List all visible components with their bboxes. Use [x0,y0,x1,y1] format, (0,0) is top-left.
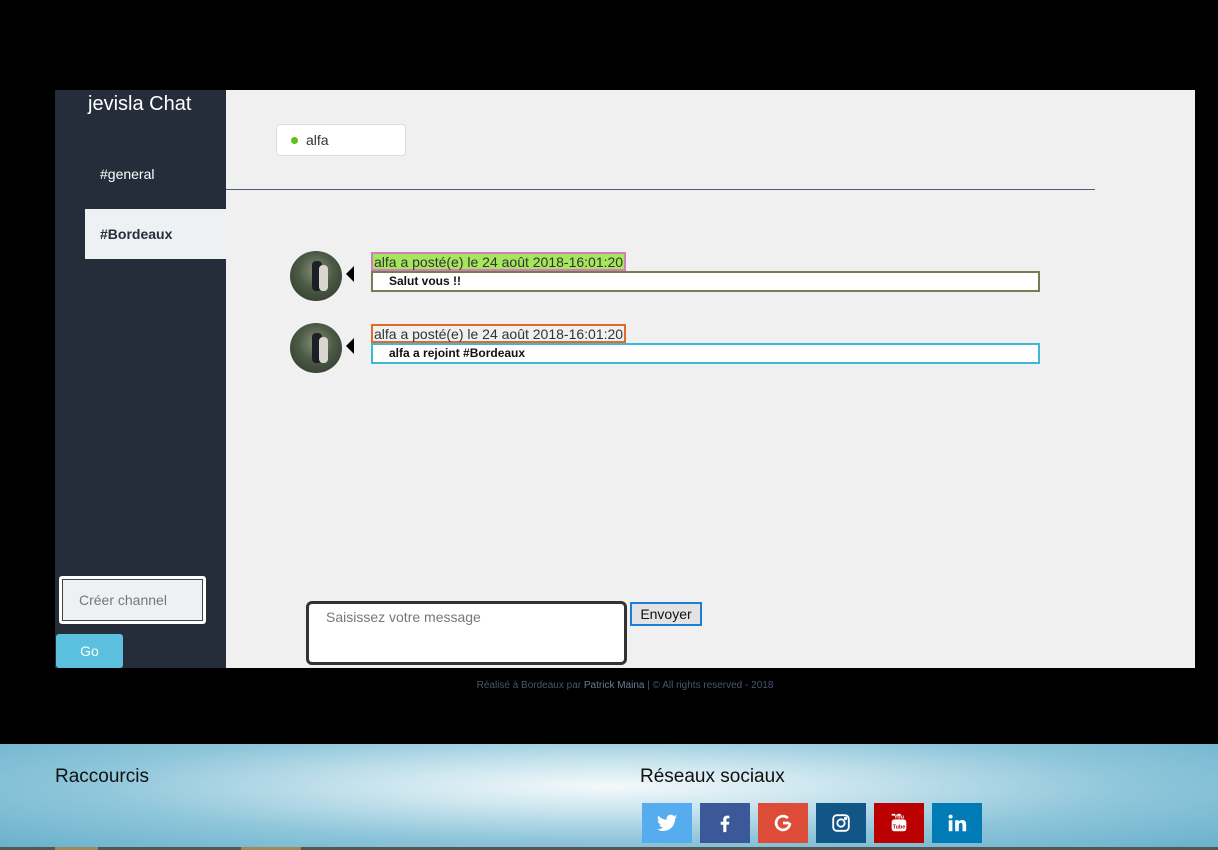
app-title: jevisla Chat [88,93,192,115]
message: alfa a posté(e) le 24 août 2018-16:01:20… [290,323,1040,375]
chat-panel: alfa alfa a posté(e) le 24 août 2018-16:… [226,90,1195,668]
avatar [290,323,342,373]
twitter-icon[interactable] [642,803,692,843]
message-header: alfa a posté(e) le 24 août 2018-16:01:20 [371,252,627,271]
chat-app: jevisla Chat #general #Bordeaux Go alfa … [0,0,1218,850]
online-status-icon [291,136,298,144]
header-divider [226,189,1095,190]
go-button[interactable]: Go [56,634,123,668]
footer: Raccourcis Réseaux sociaux Tube You [0,744,1218,850]
online-user-name: alfa [306,132,329,148]
sidebar-item-bordeaux[interactable]: #Bordeaux [85,209,226,259]
social-heading: Réseaux sociaux [640,766,785,787]
credits-suffix: | © All rights reserved - 2018 [644,680,774,691]
google-plus-icon[interactable] [758,803,808,843]
facebook-icon[interactable] [700,803,750,843]
message-header: alfa a posté(e) le 24 août 2018-16:01:20 [371,324,627,343]
credits-author: Patrick Maina [583,680,645,691]
instagram-icon[interactable] [816,803,866,843]
svg-text:Tube: Tube [893,825,906,831]
sidebar-item-general[interactable]: #general [85,149,226,199]
message-pointer-icon [346,338,354,354]
sidebar: jevisla Chat #general #Bordeaux Go [55,90,226,668]
avatar [290,251,342,301]
shortcuts-heading: Raccourcis [55,766,149,787]
message: alfa a posté(e) le 24 août 2018-16:01:20… [290,251,1040,303]
message-text: alfa a rejoint #Bordeaux [371,343,1040,364]
message-text: Salut vous !! [371,271,1040,292]
linkedin-icon[interactable] [932,803,982,843]
credits-prefix: Réalisé à Bordeaux par [476,680,584,691]
credits: Réalisé à Bordeaux par Patrick Maina | ©… [0,680,1218,691]
online-user-chip[interactable]: alfa [276,124,406,156]
create-channel-input[interactable] [59,576,206,624]
svg-text:You: You [894,814,904,820]
message-pointer-icon [346,266,354,282]
send-button[interactable]: Envoyer [630,602,702,626]
message-input[interactable] [306,601,627,665]
youtube-icon[interactable]: Tube You [874,803,924,843]
